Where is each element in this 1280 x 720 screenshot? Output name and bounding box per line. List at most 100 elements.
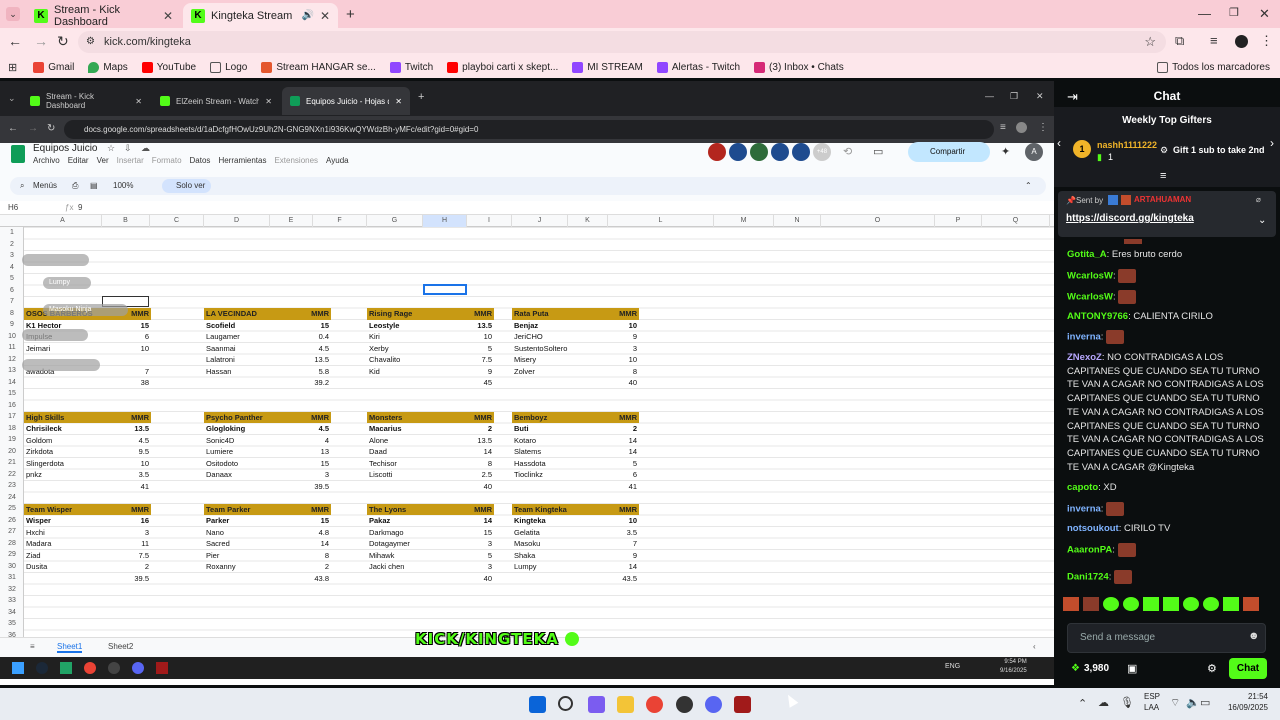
file-explorer-icon[interactable] bbox=[617, 696, 634, 713]
player-row: Sonic4D 4 bbox=[204, 435, 331, 447]
player-name: Chavalito bbox=[369, 355, 401, 365]
inner-tab: Stream - Kick Dashboard ✕ bbox=[22, 87, 150, 115]
copilot-icon[interactable] bbox=[588, 696, 605, 713]
row-header: 7 bbox=[10, 298, 14, 305]
emote-icon[interactable] bbox=[1243, 597, 1259, 611]
emote-icon[interactable] bbox=[1063, 597, 1079, 611]
volume-icon[interactable]: 🔈 bbox=[1186, 696, 1200, 709]
minimize-icon[interactable]: — bbox=[1198, 6, 1211, 21]
emote-icon[interactable] bbox=[1143, 597, 1159, 611]
forward-icon[interactable]: → bbox=[34, 33, 48, 49]
apps-grid-icon[interactable]: ⊞ bbox=[8, 61, 17, 74]
instagram-icon bbox=[754, 61, 766, 73]
chat-username[interactable]: WcarlosW bbox=[1067, 292, 1113, 303]
chat-send-button[interactable]: Chat bbox=[1229, 658, 1267, 679]
chat-username[interactable]: Gotita_A bbox=[1067, 249, 1107, 260]
player-mmr: 15 bbox=[320, 320, 329, 330]
chrome-icon[interactable] bbox=[646, 696, 663, 713]
channel-points[interactable]: 3,980 bbox=[1084, 663, 1109, 674]
player-mmr: 7.5 bbox=[138, 550, 149, 560]
collaborator-cursor: Lumpy bbox=[43, 277, 91, 289]
emote-bar bbox=[1063, 597, 1269, 613]
settings-gear-icon[interactable]: ⚙ bbox=[1207, 662, 1217, 675]
back-icon[interactable]: ← bbox=[8, 33, 22, 49]
store-icon[interactable]: ▣ bbox=[1127, 662, 1137, 675]
bookmark-youtube[interactable]: YouTube bbox=[141, 61, 196, 73]
emote-icon[interactable] bbox=[1103, 597, 1119, 611]
bookmark-logo[interactable]: Logo bbox=[210, 61, 247, 73]
player-row: Goldom 4.5 bbox=[24, 435, 151, 447]
bookmark-twitch[interactable]: Twitch bbox=[389, 61, 433, 73]
windows-start-icon[interactable] bbox=[529, 696, 546, 713]
audio-icon[interactable]: 🔊 bbox=[301, 10, 313, 21]
emote-icon[interactable] bbox=[1083, 597, 1099, 611]
url-input[interactable]: ⚙ kick.com/kingteka ☆ bbox=[78, 31, 1166, 53]
browser-tab-kingteka[interactable]: K Kingteka Stream - Watch Li 🔊 ✕ bbox=[183, 3, 338, 28]
language-indicator[interactable]: ESP LAA bbox=[1144, 691, 1160, 713]
player-mmr: 14 bbox=[483, 447, 492, 457]
emote-icon[interactable] bbox=[1223, 597, 1239, 611]
new-tab-icon[interactable]: + bbox=[346, 6, 355, 23]
emote-icon bbox=[1118, 269, 1137, 283]
chat-username[interactable]: inverna bbox=[1067, 504, 1101, 515]
chat-username[interactable]: Dani1724 bbox=[1067, 572, 1109, 583]
restore-icon[interactable]: ❐ bbox=[1229, 6, 1239, 19]
chat-input[interactable]: Send a message ☻ bbox=[1067, 623, 1266, 653]
close-icon[interactable]: ✕ bbox=[320, 9, 330, 23]
wifi-icon[interactable]: ⌔ bbox=[1170, 696, 1180, 710]
network-icon[interactable]: ☁ bbox=[1098, 696, 1109, 709]
emoji-icon[interactable]: ☻ bbox=[1248, 630, 1260, 642]
chrome-icon bbox=[84, 662, 96, 674]
bookmark-gmail[interactable]: Gmail bbox=[33, 61, 74, 73]
row-header: 2 bbox=[10, 240, 14, 248]
bookmark-label: playboi carti x skept... bbox=[462, 61, 559, 73]
chevron-up-icon[interactable]: ⌃ bbox=[1078, 697, 1087, 710]
more-menu-icon[interactable]: ⋮ bbox=[1260, 33, 1273, 49]
bookmark-alertas[interactable]: Alertas - Twitch bbox=[656, 61, 740, 73]
microphone-icon[interactable]: 🎙 bbox=[1120, 696, 1134, 709]
dota-icon[interactable] bbox=[734, 696, 751, 713]
chat-username[interactable]: WcarlosW bbox=[1067, 271, 1113, 282]
bookmark-star-icon[interactable]: ☆ bbox=[1144, 31, 1156, 53]
chat-username[interactable]: inverna bbox=[1067, 332, 1101, 343]
player-mmr: 10 bbox=[140, 458, 149, 468]
player-name: Lalatroni bbox=[206, 355, 235, 365]
bookmark-inbox[interactable]: (3) Inbox • Chats bbox=[754, 61, 844, 73]
chat-username[interactable]: ANTONY9766 bbox=[1067, 311, 1128, 322]
reload-icon[interactable]: ↻ bbox=[57, 33, 69, 50]
chat-username[interactable]: AaaronPA bbox=[1067, 545, 1112, 556]
site-info-icon[interactable]: ⚙ bbox=[86, 31, 95, 53]
tab-search-icon[interactable]: ⌄ bbox=[6, 7, 20, 21]
bookmark-mi-stream[interactable]: MI STREAM bbox=[572, 61, 643, 73]
stream-video[interactable]: ⌄ Stream - Kick Dashboard ✕ ElZeein Strea… bbox=[0, 81, 1054, 685]
close-icon[interactable]: ✕ bbox=[163, 9, 173, 23]
emote-icon[interactable] bbox=[1203, 597, 1219, 611]
emote-icon[interactable] bbox=[1123, 597, 1139, 611]
bookmark-hangar[interactable]: Stream HANGAR se... bbox=[261, 61, 376, 73]
discord-icon[interactable] bbox=[705, 696, 722, 713]
battery-icon[interactable]: ▭ bbox=[1200, 696, 1210, 709]
search-icon[interactable] bbox=[558, 696, 573, 711]
obs-icon[interactable] bbox=[676, 696, 693, 713]
close-window-icon[interactable]: ✕ bbox=[1259, 6, 1270, 22]
extensions-icon[interactable]: ⧉ bbox=[1175, 33, 1184, 49]
all-bookmarks[interactable]: Todos los marcadores bbox=[1157, 61, 1270, 73]
emote-icon[interactable] bbox=[1163, 597, 1179, 611]
team-table: Team Kingteka MMR Kingteka 10 Gelatita 3.5 Mas… bbox=[512, 503, 639, 585]
team-total: 43.8 bbox=[314, 573, 329, 583]
star-icon: ☆ bbox=[107, 143, 116, 153]
chat-username[interactable]: notsoukout bbox=[1067, 523, 1119, 534]
profile-avatar[interactable] bbox=[1235, 35, 1248, 48]
bookmark-maps[interactable]: Maps bbox=[88, 61, 128, 73]
system-clock[interactable]: 21:54 16/09/2025 bbox=[1212, 691, 1268, 713]
media-control-icon[interactable]: ≡ bbox=[1210, 33, 1218, 48]
team-header: Psycho Panther MMR bbox=[204, 411, 331, 423]
bookmark-playboi[interactable]: playboi carti x skept... bbox=[447, 61, 559, 73]
chat-username[interactable]: ZNexoZ bbox=[1067, 352, 1102, 363]
browser-tab-kick-dashboard[interactable]: K Stream - Kick Dashboard ✕ bbox=[26, 3, 181, 28]
team-total: 40 bbox=[628, 378, 637, 387]
emote-icon[interactable] bbox=[1183, 597, 1199, 611]
player-name: SustentoSoltero bbox=[514, 343, 568, 353]
share-button: Compartir bbox=[908, 142, 990, 162]
chat-username[interactable]: capoto bbox=[1067, 482, 1098, 493]
